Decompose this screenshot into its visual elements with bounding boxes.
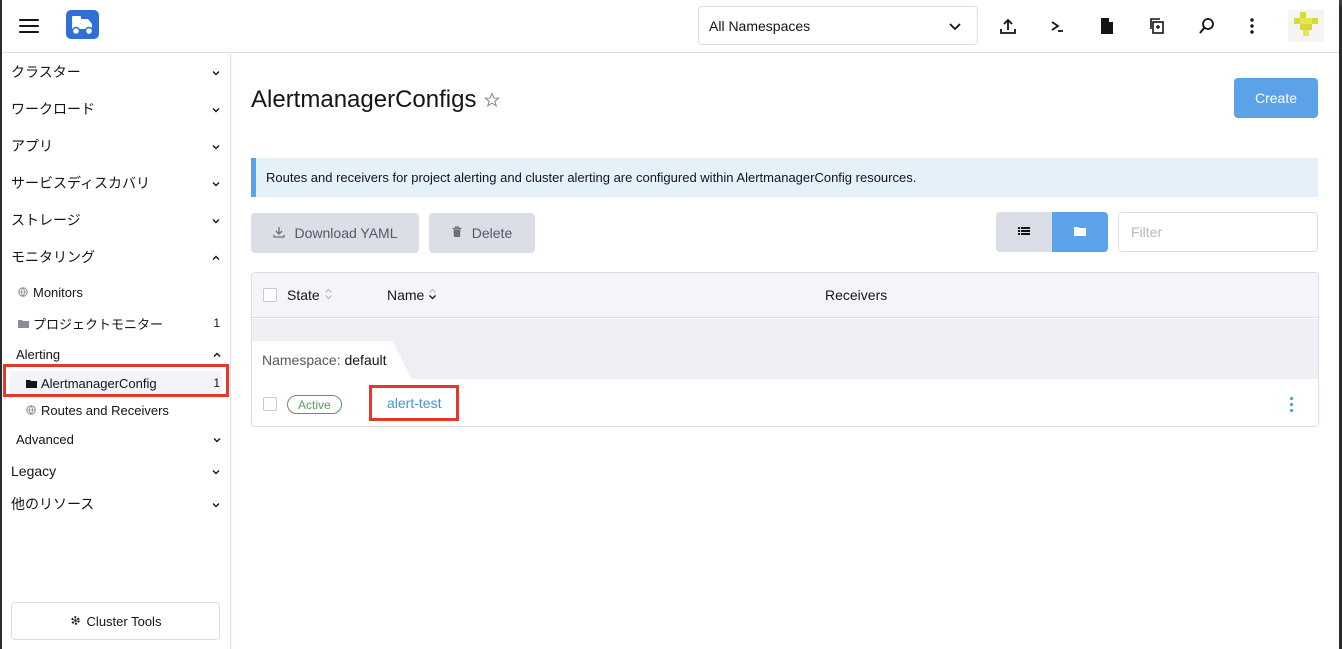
nav-item-monitors[interactable]: Monitors: [16, 280, 226, 304]
copy-kubeconfig-icon[interactable]: [1145, 14, 1169, 38]
user-avatar[interactable]: [1288, 10, 1324, 42]
delete-label: Delete: [471, 225, 513, 241]
sort-icon: [324, 287, 333, 303]
nav-group-label: クラスター: [11, 64, 81, 80]
row-select-checkbox[interactable]: [263, 397, 277, 411]
download-yaml-label: Download YAML: [294, 225, 398, 241]
column-header-state[interactable]: State: [287, 287, 333, 303]
chevron-down-icon: [211, 176, 221, 187]
status-badge: Active: [287, 395, 342, 414]
nav-group-legacy[interactable]: Legacy: [11, 458, 221, 484]
cluster-tools-label: Cluster Tools: [86, 613, 162, 629]
info-banner: Routes and receivers for project alertin…: [251, 158, 1318, 197]
chevron-down-icon: [211, 497, 221, 508]
namespace-group-label: Namespace: default: [252, 341, 387, 379]
globe-icon: [16, 287, 30, 297]
nav-group-label: ワークロード: [11, 101, 95, 117]
highlight-annotation: [3, 364, 229, 397]
nav-group-monitoring[interactable]: モニタリング: [11, 244, 221, 270]
list-icon: [1018, 223, 1030, 241]
namespace-group-prefix: Namespace:: [262, 352, 341, 368]
nav-subgroup-alerting[interactable]: Alerting: [16, 342, 224, 366]
highlight-annotation: [369, 385, 459, 421]
nav-group-cluster[interactable]: クラスター: [11, 59, 221, 85]
star-icon[interactable]: [484, 92, 501, 108]
chevron-down-icon: [211, 464, 221, 475]
column-header-name[interactable]: Name: [387, 287, 437, 303]
create-button[interactable]: Create: [1234, 78, 1318, 118]
nav-item-label: Routes and Receivers: [41, 402, 169, 418]
chevron-down-icon: [211, 139, 221, 150]
chevron-down-icon: [947, 18, 963, 34]
namespace-group-value: default: [344, 352, 387, 368]
nav-group-label: モニタリング: [11, 249, 95, 265]
gear-icon: [70, 614, 81, 629]
nav-group-label: Legacy: [11, 463, 57, 479]
chevron-down-icon: [212, 433, 222, 443]
nav-group-label: 他のリソース: [11, 496, 95, 512]
nav-subgroup-label: Advanced: [16, 431, 74, 447]
filter-input[interactable]: [1118, 212, 1318, 252]
cluster-logo-icon[interactable]: [66, 10, 99, 39]
namespace-group-row: Namespace: default: [252, 319, 1318, 379]
column-header-label: Name: [387, 287, 425, 303]
namespace-select-value: All Namespaces: [709, 17, 811, 34]
nav-group-label: アプリ: [11, 138, 53, 154]
main-content: AlertmanagerConfigs Create Routes and re…: [232, 54, 1339, 649]
nav-item-label: Monitors: [33, 284, 83, 300]
table-header: State Name Receivers: [252, 273, 1318, 318]
nav-group-storage[interactable]: ストレージ: [11, 207, 221, 233]
chevron-down-icon: [211, 102, 221, 113]
top-header: All Namespaces: [2, 0, 1339, 53]
folder-icon: [1074, 223, 1086, 241]
import-yaml-icon[interactable]: [996, 14, 1020, 38]
nav-item-routes-receivers[interactable]: Routes and Receivers: [24, 398, 234, 422]
group-by-namespace-button[interactable]: [1052, 212, 1108, 252]
nav-group-label: サービスディスカバリ: [11, 175, 151, 191]
cluster-tools-button[interactable]: Cluster Tools: [11, 602, 220, 640]
trash-icon: [452, 225, 462, 241]
more-actions-icon[interactable]: [1240, 14, 1264, 38]
sort-icon: [428, 287, 437, 303]
nav-item-count: 1: [213, 316, 220, 330]
kubeconfig-file-icon[interactable]: [1095, 14, 1119, 38]
hamburger-menu-icon[interactable]: [19, 18, 39, 34]
flat-list-view-button[interactable]: [996, 212, 1052, 252]
download-yaml-button[interactable]: Download YAML: [251, 213, 419, 253]
chevron-up-icon: [211, 250, 221, 260]
globe-icon: [24, 405, 38, 415]
info-banner-text: Routes and receivers for project alertin…: [266, 170, 917, 185]
chevron-down-icon: [211, 213, 221, 224]
nav-group-label: ストレージ: [11, 212, 81, 228]
nav-subgroup-label: Alerting: [16, 346, 61, 362]
column-header-receivers: Receivers: [825, 287, 887, 303]
column-header-label: State: [287, 287, 320, 303]
row-actions-kebab-icon[interactable]: [1286, 394, 1296, 414]
nav-group-other-resources[interactable]: 他のリソース: [11, 491, 221, 517]
download-icon: [272, 225, 285, 241]
nav-item-project-monitors[interactable]: プロジェクトモニター 1: [16, 311, 222, 335]
nav-group-service-discovery[interactable]: サービスディスカバリ: [11, 170, 221, 196]
nav-item-label: プロジェクトモニター: [33, 316, 164, 332]
view-mode-toggle: [996, 212, 1108, 252]
sidebar: クラスター ワークロード アプリ サービスディスカバリ ストレージ モニタリング…: [2, 54, 231, 649]
nav-group-workload[interactable]: ワークロード: [11, 96, 221, 122]
column-header-label: Receivers: [825, 287, 888, 303]
delete-button[interactable]: Delete: [429, 213, 535, 253]
select-all-checkbox[interactable]: [263, 288, 277, 302]
app-window: All Namespaces クラスター ワークロード アプリ サービスディスカ…: [0, 0, 1342, 649]
chevron-down-icon: [211, 65, 221, 76]
namespace-select[interactable]: All Namespaces: [698, 6, 978, 45]
resource-search-icon[interactable]: [1195, 14, 1219, 38]
page-title-text: AlertmanagerConfigs: [251, 86, 477, 113]
chevron-up-icon: [212, 348, 222, 358]
page-title: AlertmanagerConfigs: [251, 86, 501, 114]
nav-group-apps[interactable]: アプリ: [11, 133, 221, 159]
folder-icon: [16, 319, 30, 328]
kubectl-shell-icon[interactable]: [1045, 14, 1069, 38]
nav-subgroup-advanced[interactable]: Advanced: [16, 427, 224, 451]
